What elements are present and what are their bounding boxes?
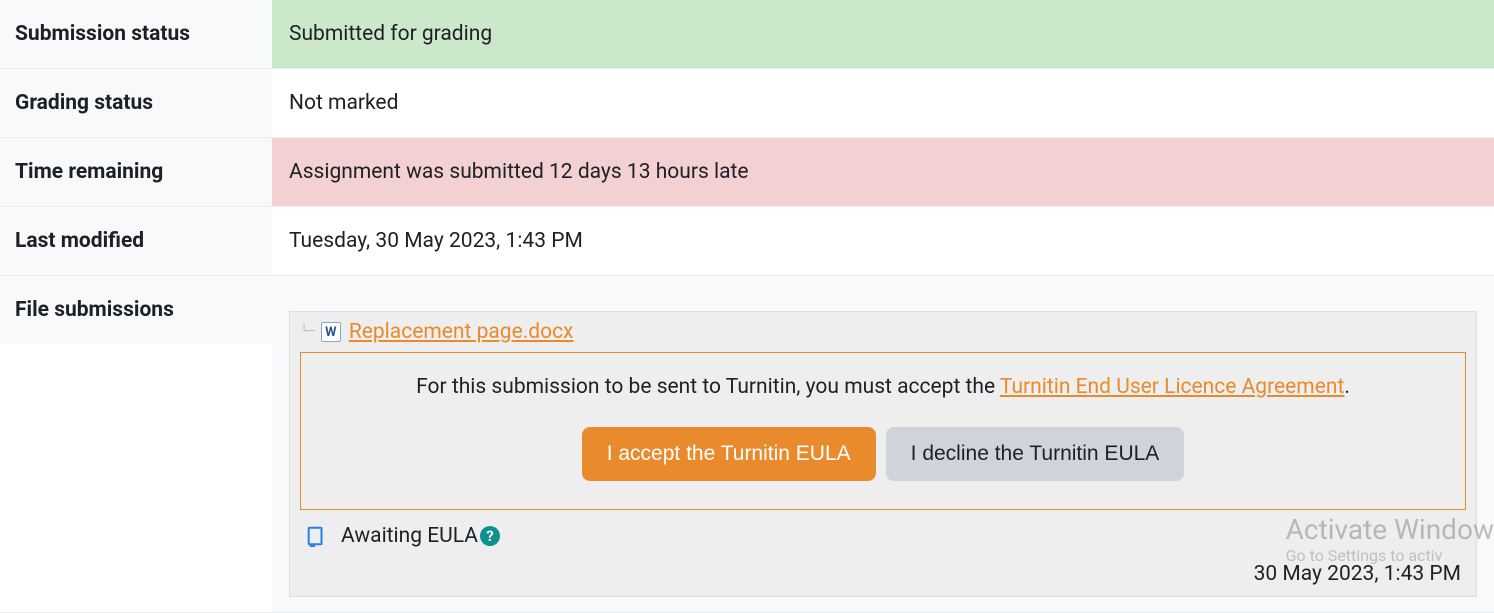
- grading-status-row: Grading status Not marked: [0, 69, 1494, 138]
- turnitin-prompt-suffix: .: [1344, 375, 1350, 399]
- file-submissions-label: File submissions: [0, 276, 272, 344]
- submission-status-label: Submission status: [0, 0, 272, 68]
- submission-table: Submission status Submitted for grading …: [0, 0, 1494, 613]
- turnitin-status-line: Awaiting EULA?: [300, 510, 1466, 552]
- turnitin-button-row: I accept the Turnitin EULA I decline the…: [319, 427, 1447, 481]
- time-remaining-label: Time remaining: [0, 138, 272, 206]
- turnitin-prompt: For this submission to be sent to Turnit…: [319, 375, 1447, 399]
- help-icon[interactable]: ?: [480, 526, 500, 546]
- time-remaining-value: Assignment was submitted 12 days 13 hour…: [272, 138, 1494, 206]
- file-submissions-value: └─ W Replacement page.docx For this subm…: [272, 276, 1494, 612]
- file-submissions-row: File submissions └─ W Replacement page.d…: [0, 276, 1494, 613]
- turnitin-eula-box: For this submission to be sent to Turnit…: [300, 352, 1466, 510]
- turnitin-timestamp: 30 May 2023, 1:43 PM: [300, 552, 1466, 590]
- submission-status-row: Submission status Submitted for grading: [0, 0, 1494, 69]
- grading-status-value: Not marked: [272, 69, 1494, 137]
- submission-status-value: Submitted for grading: [272, 0, 1494, 68]
- decline-eula-button[interactable]: I decline the Turnitin EULA: [886, 427, 1185, 481]
- turnitin-status-label: Awaiting EULA: [341, 524, 478, 548]
- accept-eula-button[interactable]: I accept the Turnitin EULA: [582, 427, 876, 481]
- tree-branch-icon: └─: [300, 324, 313, 340]
- file-entry: └─ W Replacement page.docx: [300, 318, 1466, 346]
- turnitin-eula-link[interactable]: Turnitin End User Licence Agreement: [1000, 375, 1344, 399]
- grading-status-label: Grading status: [0, 69, 272, 137]
- turnitin-status-text: Awaiting EULA?: [341, 524, 500, 548]
- last-modified-value: Tuesday, 30 May 2023, 1:43 PM: [272, 207, 1494, 275]
- file-container: └─ W Replacement page.docx For this subm…: [289, 311, 1477, 597]
- word-doc-icon: W: [321, 322, 341, 342]
- last-modified-row: Last modified Tuesday, 30 May 2023, 1:43…: [0, 207, 1494, 276]
- time-remaining-row: Time remaining Assignment was submitted …: [0, 138, 1494, 207]
- turnitin-prompt-prefix: For this submission to be sent to Turnit…: [416, 375, 1000, 399]
- last-modified-label: Last modified: [0, 207, 272, 275]
- pending-icon: [305, 525, 327, 547]
- file-link[interactable]: Replacement page.docx: [349, 320, 574, 344]
